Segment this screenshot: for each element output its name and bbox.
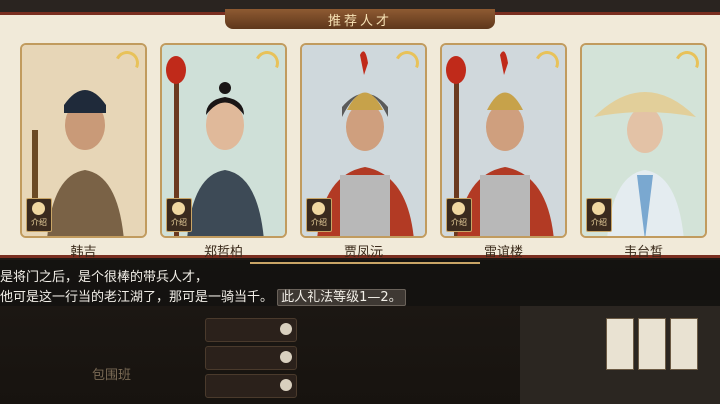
- talent-name: 郑哲柏: [203, 245, 243, 260]
- intro-badge[interactable]: 介绍: [446, 198, 472, 232]
- radio-icon: [280, 323, 292, 335]
- radio-icon: [280, 351, 292, 363]
- scroll-strip: [670, 318, 698, 370]
- talent-name: 韦台皙: [623, 245, 663, 260]
- option-list: [205, 318, 297, 404]
- talent-name: 雷谊楼: [483, 245, 523, 260]
- dialog-line-1: 是将门之后，是个很棒的带兵人才，: [0, 270, 209, 285]
- talent-name: 贾凤沅: [343, 245, 383, 260]
- avatar-icon: [452, 202, 465, 215]
- dialog-line-2: 他可是这一行当的老江湖了，那可是一骑当千。 此人礼法等级1—2。: [0, 286, 406, 306]
- etiquette-level: 此人礼法等级1—2。: [277, 289, 406, 306]
- intro-badge[interactable]: 介绍: [166, 198, 192, 232]
- avatar-icon: [312, 202, 325, 215]
- talent-card[interactable]: 介绍: [160, 43, 287, 238]
- intro-badge[interactable]: 介绍: [26, 198, 52, 232]
- dialog-box[interactable]: 是将门之后，是个很棒的带兵人才， 他可是这一行当的老江湖了，那可是一骑当千。 此…: [0, 260, 720, 306]
- option-row[interactable]: [205, 374, 297, 398]
- talent-card[interactable]: 介绍: [440, 43, 567, 238]
- avatar-icon: [32, 202, 45, 215]
- intro-badge[interactable]: 介绍: [586, 198, 612, 232]
- intro-badge[interactable]: 介绍: [306, 198, 332, 232]
- scroll-strip: [606, 318, 634, 370]
- scroll-indicator: [250, 262, 480, 264]
- avatar-icon: [172, 202, 185, 215]
- talent-name: 韩吉: [70, 245, 97, 260]
- option-row[interactable]: [205, 346, 297, 370]
- talent-card[interactable]: 介绍: [580, 43, 707, 238]
- avatar-icon: [592, 202, 605, 215]
- dialog-line-2-text: 他可是这一行当的老江湖了，那可是一骑当千。: [0, 290, 274, 305]
- panel-title-bar: 推荐人才: [225, 9, 495, 29]
- scroll-strip: [638, 318, 666, 370]
- talent-card[interactable]: 介绍: [20, 43, 147, 238]
- option-row[interactable]: [205, 318, 297, 342]
- panel-title: 推荐人才: [327, 13, 392, 29]
- bottom-label: 包围班: [92, 368, 132, 383]
- radio-icon: [280, 379, 292, 391]
- talent-card[interactable]: 介绍: [300, 43, 427, 238]
